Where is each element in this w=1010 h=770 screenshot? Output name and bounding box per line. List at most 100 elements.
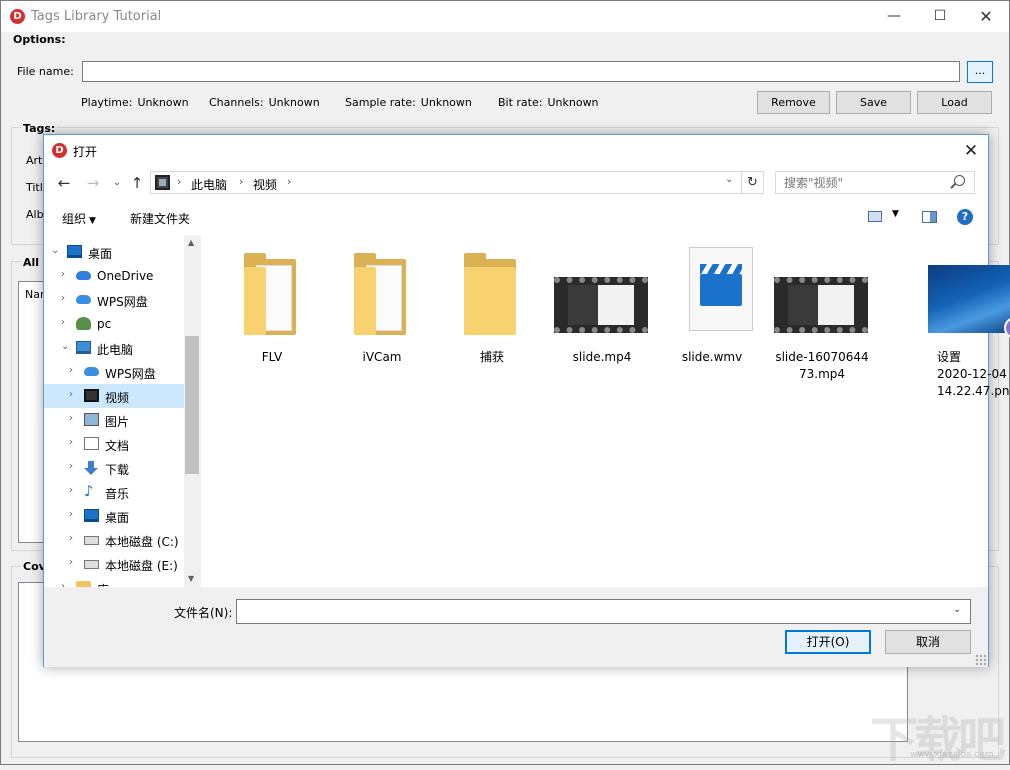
scroll-up-icon[interactable]: ▲ xyxy=(188,238,194,247)
search-input[interactable] xyxy=(776,172,951,193)
file-name-label: iVCam xyxy=(332,349,432,366)
collapsed-chevron-icon[interactable]: › xyxy=(61,293,65,304)
dialog-close-button[interactable]: ✕ xyxy=(956,138,986,164)
browse-button[interactable]: ... xyxy=(967,61,993,83)
tree-item-wps-cloud[interactable]: › WPS网盘 xyxy=(44,288,184,312)
tree-item-label: 此电脑 xyxy=(97,341,133,358)
collapsed-chevron-icon[interactable]: › xyxy=(69,485,73,496)
main-window-title: Tags Library Tutorial xyxy=(31,9,161,24)
tree-item-desktop[interactable]: ⌄ 桌面 xyxy=(44,240,184,264)
search-icon[interactable] xyxy=(954,175,965,186)
new-folder-button[interactable]: 新建文件夹 xyxy=(130,210,190,227)
collapsed-chevron-icon[interactable]: › xyxy=(69,413,73,424)
tree-item-label: WPS网盘 xyxy=(105,365,156,382)
music-icon: ♪ xyxy=(84,482,99,495)
search-box[interactable] xyxy=(775,171,975,194)
wps-cloud-icon xyxy=(76,295,91,304)
tree-item-label: 文档 xyxy=(105,437,129,454)
sample-rate-label: Sample rate: xyxy=(345,96,416,109)
view-options-chevron-icon[interactable]: ▼ xyxy=(892,209,899,219)
breadcrumb-chevron-icon[interactable]: › xyxy=(239,175,243,188)
refresh-button[interactable]: ↻ xyxy=(742,171,764,194)
video-thumbnail-icon xyxy=(774,277,868,333)
tree-item-user[interactable]: › pc xyxy=(44,312,184,336)
breadcrumb-chevron-icon[interactable]: › xyxy=(287,175,291,188)
close-button[interactable]: ✕ xyxy=(963,1,1009,32)
chevron-down-icon: ▼ xyxy=(89,216,96,226)
collapsed-chevron-icon[interactable]: › xyxy=(69,533,73,544)
chevron-down-icon[interactable]: ⌄ xyxy=(953,604,961,615)
drive-icon xyxy=(84,560,99,569)
dialog-file-name-input[interactable] xyxy=(237,600,947,623)
file-name-line: 设置 xyxy=(937,349,1010,366)
expanded-chevron-icon[interactable]: ⌄ xyxy=(51,245,59,256)
navigation-pane[interactable]: ⌄ 桌面 › OneDrive › WPS网盘 › pc ⌄ 此电脑 › WPS… xyxy=(44,235,201,587)
sample-rate-value: Unknown xyxy=(421,96,472,109)
help-icon[interactable]: ? xyxy=(957,209,973,225)
tree-item-this-pc[interactable]: ⌄ 此电脑 xyxy=(44,336,184,360)
desktop-icon xyxy=(84,509,99,522)
preview-pane-icon[interactable] xyxy=(922,211,937,223)
scroll-down-icon[interactable]: ▼ xyxy=(188,574,194,583)
remove-button[interactable]: Remove xyxy=(757,91,830,114)
collapsed-chevron-icon[interactable]: › xyxy=(69,461,73,472)
resize-grip-icon[interactable] xyxy=(975,654,987,666)
tree-item-downloads[interactable]: › 下载 xyxy=(44,456,184,480)
save-button[interactable]: Save xyxy=(836,91,911,114)
folder-icon xyxy=(464,253,518,335)
tree-item-label: OneDrive xyxy=(97,269,153,283)
user-icon xyxy=(76,317,91,330)
up-button[interactable]: ↑ xyxy=(126,173,148,193)
channels-info: Channels:Unknown xyxy=(209,96,320,109)
cancel-button[interactable]: 取消 xyxy=(885,630,971,654)
collapsed-chevron-icon[interactable]: › xyxy=(69,557,73,568)
recent-locations-button[interactable]: ⌄ xyxy=(106,173,128,193)
back-button[interactable]: ← xyxy=(53,173,75,193)
tree-item-drive-c[interactable]: › 本地磁盘 (C:) xyxy=(44,528,184,552)
collapsed-chevron-icon[interactable]: › xyxy=(69,437,73,448)
tree-item-documents[interactable]: › 文档 xyxy=(44,432,184,456)
playtime-value: Unknown xyxy=(138,96,189,109)
open-button[interactable]: 打开(O) xyxy=(785,630,871,654)
videos-icon xyxy=(84,389,99,402)
breadcrumb-this-pc[interactable]: 此电脑 xyxy=(191,176,227,193)
tree-item-onedrive[interactable]: › OneDrive xyxy=(44,264,184,288)
tree-item-libraries[interactable]: › 库 xyxy=(44,576,184,587)
onedrive-icon xyxy=(76,271,91,280)
navigation-scrollbar-thumb[interactable] xyxy=(185,336,199,474)
this-pc-icon xyxy=(76,341,91,354)
minimize-button[interactable]: — xyxy=(871,1,917,32)
tree-item-label: 本地磁盘 (C:) xyxy=(105,533,179,550)
file-list[interactable]: FLV iVCam 捕获 slide.mp4 slide.wmv slide-1… xyxy=(202,235,988,587)
video-thumbnail-icon xyxy=(554,277,648,333)
breadcrumb-chevron-icon[interactable]: › xyxy=(177,175,181,188)
file-name-input[interactable] xyxy=(82,61,960,82)
maximize-button[interactable]: ☐ xyxy=(917,1,963,32)
address-dropdown-icon[interactable]: ⌄ xyxy=(725,174,733,185)
expanded-chevron-icon[interactable]: ⌄ xyxy=(61,341,69,352)
collapsed-chevron-icon[interactable]: › xyxy=(61,269,65,280)
bit-rate-info: Bit rate:Unknown xyxy=(498,96,599,109)
address-bar[interactable]: › 此电脑 › 视频 › ⌄ xyxy=(150,171,742,194)
change-view-icon[interactable] xyxy=(868,211,882,222)
tree-item-desktop-pc[interactable]: › 桌面 xyxy=(44,504,184,528)
image-thumbnail-icon xyxy=(928,265,1010,333)
watermark-url: www.xiazaiba.com xyxy=(910,750,994,760)
organize-menu[interactable]: 组织▼ xyxy=(62,210,96,227)
organize-label: 组织 xyxy=(62,212,86,226)
load-button[interactable]: Load xyxy=(917,91,992,114)
collapsed-chevron-icon[interactable]: › xyxy=(61,317,65,328)
collapsed-chevron-icon[interactable]: › xyxy=(69,389,73,400)
collapsed-chevron-icon[interactable]: › xyxy=(69,509,73,520)
tree-item-label: 音乐 xyxy=(105,485,129,502)
dialog-file-name-combo[interactable]: ⌄ xyxy=(236,599,971,624)
collapsed-chevron-icon[interactable]: › xyxy=(69,365,73,376)
tree-item-pictures[interactable]: › 图片 xyxy=(44,408,184,432)
forward-button[interactable]: → xyxy=(82,173,104,193)
tree-item-music[interactable]: › ♪ 音乐 xyxy=(44,480,184,504)
tree-item-drive-e[interactable]: › 本地磁盘 (E:) xyxy=(44,552,184,576)
playtime-info: Playtime:Unknown xyxy=(81,96,189,109)
breadcrumb-videos[interactable]: 视频 xyxy=(253,176,277,193)
tree-item-wps-cloud-pc[interactable]: › WPS网盘 xyxy=(44,360,184,384)
tree-item-videos[interactable]: › 视频 xyxy=(44,384,184,408)
